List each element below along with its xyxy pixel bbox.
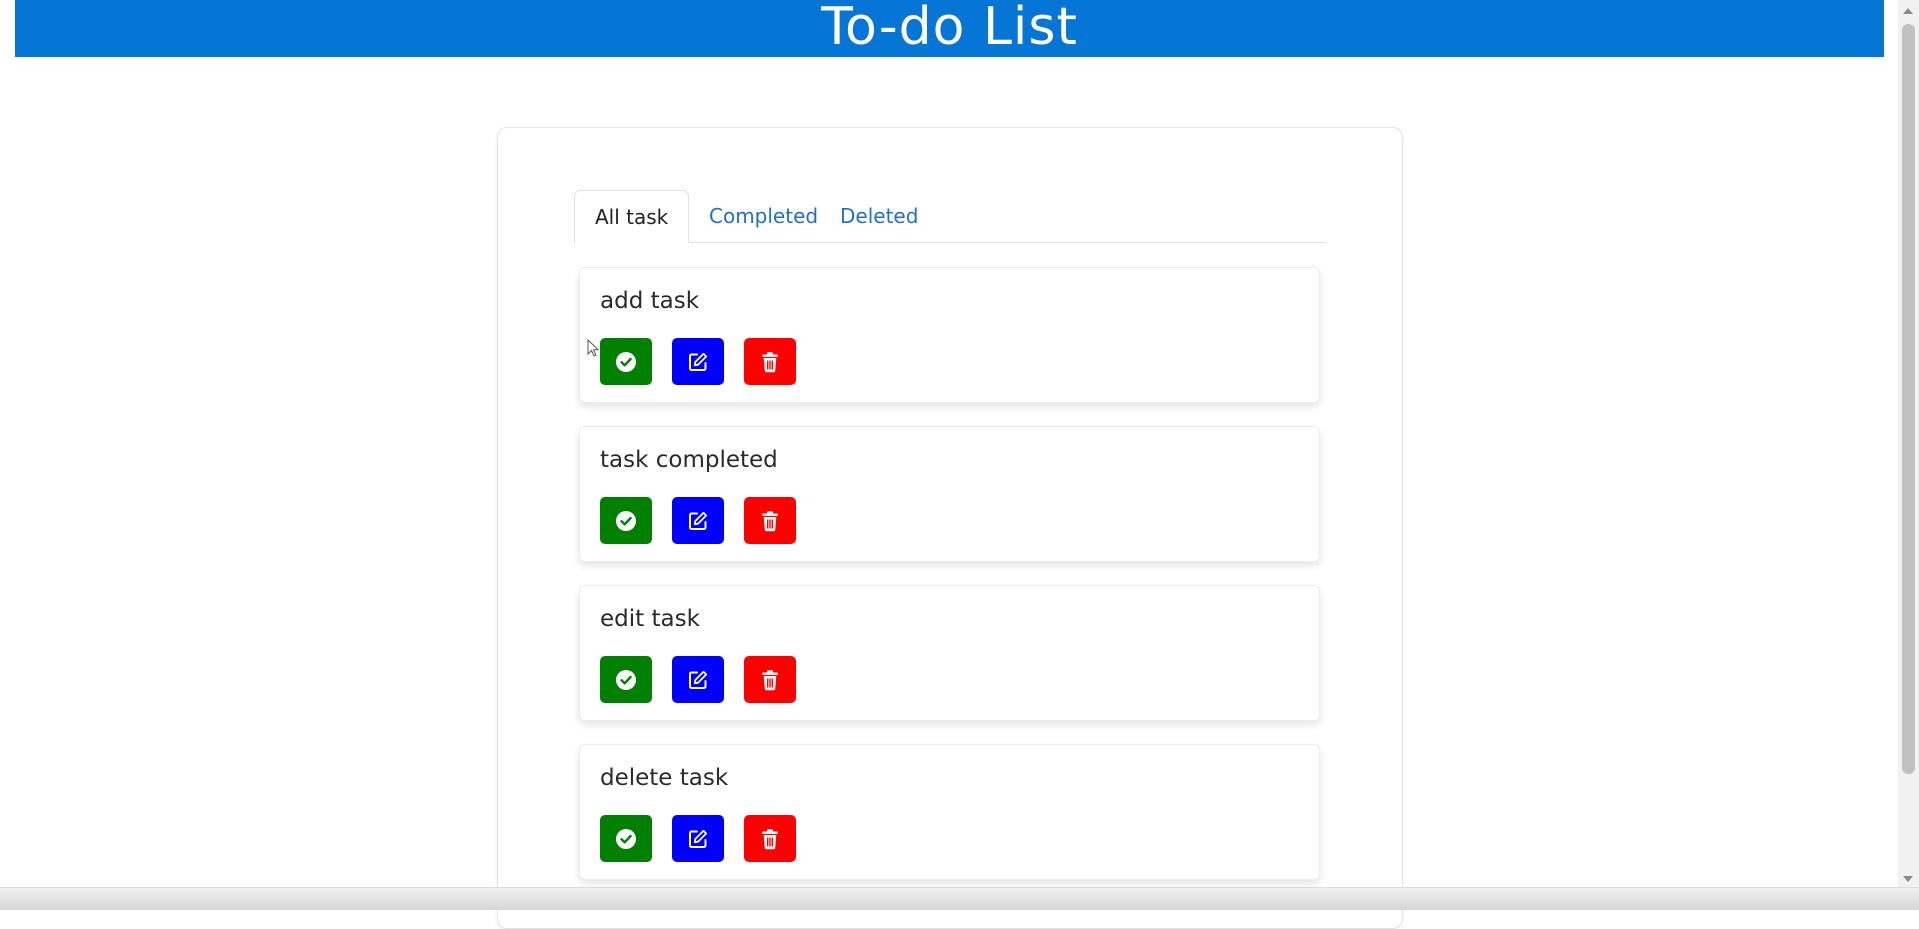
edit-icon [689, 829, 708, 848]
vertical-scrollbar[interactable] [1898, 0, 1919, 890]
todo-card: All task Completed Deleted add task task… [497, 127, 1403, 929]
task-title: task completed [600, 447, 778, 473]
edit-icon [689, 352, 708, 371]
edit-button[interactable] [672, 815, 724, 862]
check-circle-icon [616, 828, 636, 849]
check-circle-icon [616, 351, 636, 372]
edit-button[interactable] [672, 497, 724, 544]
task-title: add task [600, 288, 700, 314]
scroll-up-icon[interactable] [1903, 8, 1913, 14]
tab-completed[interactable]: Completed [689, 190, 838, 242]
delete-button[interactable] [744, 656, 796, 703]
complete-button[interactable] [600, 338, 652, 385]
trash-icon [762, 351, 778, 372]
complete-button[interactable] [600, 656, 652, 703]
check-circle-icon [616, 510, 636, 531]
page-title: To-do List [821, 0, 1078, 57]
edit-button[interactable] [672, 656, 724, 703]
tab-all-task[interactable]: All task [574, 190, 690, 243]
bottom-bar [0, 887, 1919, 910]
task-title: edit task [600, 606, 700, 632]
trash-icon [762, 510, 778, 531]
delete-button[interactable] [744, 338, 796, 385]
task-item: add task [579, 267, 1320, 403]
delete-button[interactable] [744, 497, 796, 544]
trash-icon [762, 669, 778, 690]
trash-icon [762, 828, 778, 849]
check-circle-icon [616, 669, 636, 690]
mouse-cursor-icon [587, 339, 599, 357]
task-item: task completed [579, 426, 1320, 562]
task-item: delete task [579, 744, 1320, 880]
delete-button[interactable] [744, 815, 796, 862]
app-header: To-do List [15, 0, 1884, 57]
edit-button[interactable] [672, 338, 724, 385]
complete-button[interactable] [600, 497, 652, 544]
task-title: delete task [600, 765, 729, 791]
edit-icon [689, 670, 708, 689]
edit-icon [689, 511, 708, 530]
tab-bar: All task Completed Deleted [574, 190, 1326, 243]
task-item: edit task [579, 585, 1320, 721]
tab-deleted[interactable]: Deleted [820, 190, 938, 242]
complete-button[interactable] [600, 815, 652, 862]
scroll-down-icon[interactable] [1903, 876, 1913, 882]
scroll-thumb[interactable] [1902, 24, 1915, 774]
